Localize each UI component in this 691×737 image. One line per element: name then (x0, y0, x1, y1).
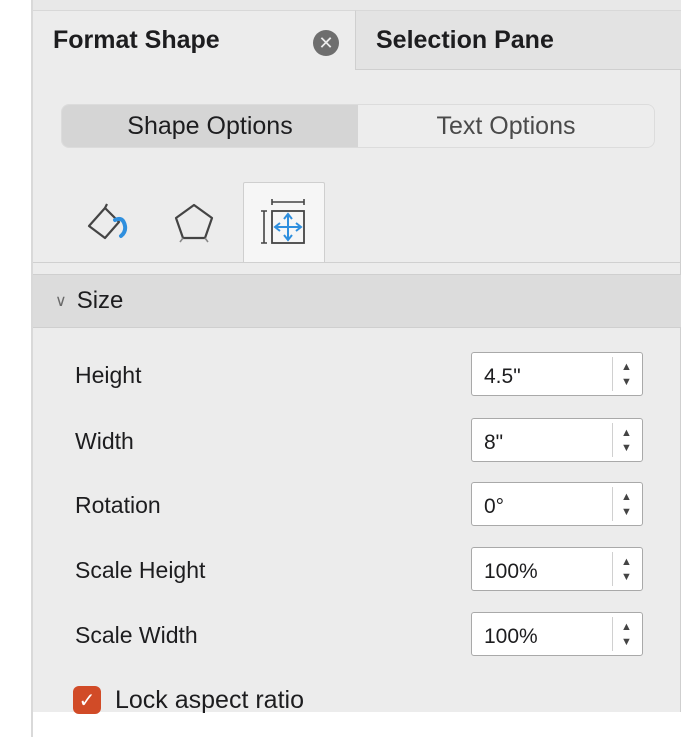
width-decrement-icon[interactable]: ▼ (621, 440, 632, 455)
width-input[interactable] (484, 419, 604, 461)
tab-selection-pane-label: Selection Pane (376, 25, 554, 54)
icon-tabs-divider (33, 262, 681, 263)
document-right-edge (681, 0, 691, 737)
scale-height-decrement-icon[interactable]: ▼ (621, 569, 632, 584)
width-label: Width (75, 428, 134, 454)
height-input[interactable] (484, 353, 604, 395)
options-segmented-control: Shape Options Text Options (61, 104, 655, 148)
rotation-label: Rotation (75, 492, 161, 518)
height-row: Height ▲ ▼ (33, 352, 681, 402)
tab-format-shape[interactable]: Format Shape ✕ (33, 10, 355, 70)
text-options-button[interactable]: Text Options (358, 105, 654, 147)
scale-height-input[interactable] (484, 548, 604, 590)
scale-width-decrement-icon[interactable]: ▼ (621, 634, 632, 649)
width-increment-icon[interactable]: ▲ (621, 425, 632, 440)
rotation-row: Rotation ▲ ▼ (33, 482, 681, 532)
scale-height-increment-icon[interactable]: ▲ (621, 554, 632, 569)
tab-format-shape-label: Format Shape (53, 26, 220, 54)
scale-width-stepper: ▲ ▼ (612, 617, 640, 651)
rotation-increment-icon[interactable]: ▲ (621, 489, 632, 504)
tab-strip-background (33, 0, 681, 10)
scale-height-field: ▲ ▼ (471, 547, 643, 591)
size-properties-icon (261, 198, 305, 244)
width-field: ▲ ▼ (471, 418, 643, 462)
scale-width-increment-icon[interactable]: ▲ (621, 619, 632, 634)
scale-width-field: ▲ ▼ (471, 612, 643, 656)
scale-width-row: Scale Width ▲ ▼ (33, 612, 681, 662)
scale-width-input[interactable] (484, 613, 604, 655)
format-shape-panel: Format Shape ✕ Selection Pane Shape Opti… (33, 0, 681, 714)
width-row: Width ▲ ▼ (33, 418, 681, 468)
lock-aspect-ratio-row[interactable]: ✓ Lock aspect ratio (73, 682, 304, 718)
rotation-field: ▲ ▼ (471, 482, 643, 526)
scale-height-label: Scale Height (75, 557, 206, 583)
height-decrement-icon[interactable]: ▼ (621, 374, 632, 389)
height-label: Height (75, 362, 142, 388)
scale-width-label: Scale Width (75, 622, 198, 648)
height-field: ▲ ▼ (471, 352, 643, 396)
document-left-edge (0, 0, 33, 737)
shape-options-button[interactable]: Shape Options (62, 105, 358, 147)
fill-line-icon (87, 203, 128, 240)
chevron-down-icon: ∨ (55, 293, 67, 310)
height-stepper: ▲ ▼ (612, 357, 640, 391)
size-section-header[interactable]: ∨ Size (33, 274, 681, 328)
rotation-stepper: ▲ ▼ (612, 487, 640, 521)
width-stepper: ▲ ▼ (612, 423, 640, 457)
size-section-title: Size (76, 287, 124, 314)
effects-pentagon-icon (174, 203, 214, 243)
effects-tab[interactable] (153, 182, 235, 262)
height-increment-icon[interactable]: ▲ (621, 359, 632, 374)
rotation-input[interactable] (484, 483, 604, 525)
lock-aspect-ratio-checkbox[interactable]: ✓ (73, 686, 101, 714)
tab-selection-pane[interactable]: Selection Pane (355, 10, 681, 70)
scale-height-row: Scale Height ▲ ▼ (33, 547, 681, 597)
close-icon[interactable]: ✕ (313, 30, 339, 56)
fill-line-tab[interactable] (67, 182, 149, 262)
rotation-decrement-icon[interactable]: ▼ (621, 504, 632, 519)
scale-height-stepper: ▲ ▼ (612, 552, 640, 586)
lock-aspect-ratio-label: Lock aspect ratio (115, 685, 304, 714)
size-properties-tab[interactable] (243, 182, 325, 262)
